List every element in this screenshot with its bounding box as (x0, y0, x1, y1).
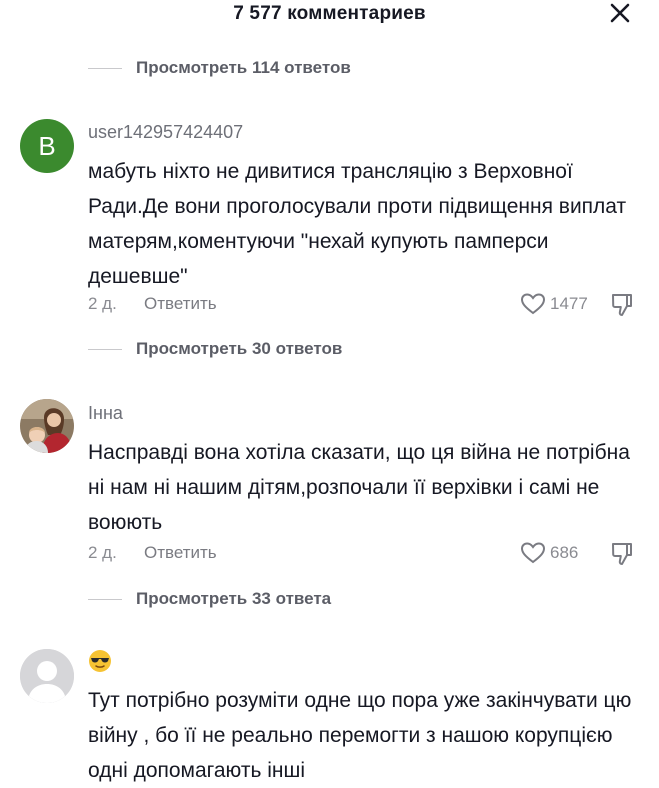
comment-meta: 2 д. Ответить 1477 (88, 292, 648, 316)
divider (88, 67, 122, 69)
dislike-button[interactable] (610, 541, 634, 572)
comment-date: 2 д. (88, 294, 117, 313)
thumbs-down-icon (612, 543, 632, 565)
avatar-letter: B (38, 130, 56, 161)
heart-icon (520, 542, 546, 564)
divider (88, 348, 122, 350)
like-button[interactable]: 686 (520, 541, 578, 565)
close-button[interactable] (606, 0, 634, 28)
view-replies-button[interactable]: Просмотреть 30 ответов (88, 339, 342, 359)
view-replies-button[interactable]: Просмотреть 114 ответов (88, 58, 351, 78)
comment-text: Тут потрібно розуміти одне що пора уже з… (88, 689, 632, 782)
view-replies-button[interactable]: Просмотреть 33 ответа (88, 589, 331, 609)
avatar[interactable] (20, 649, 74, 703)
sunglasses-emoji-icon (89, 650, 111, 672)
comments-count-title: 7 577 комментариев (233, 3, 426, 24)
heart-icon (520, 293, 546, 315)
avatar[interactable]: B (20, 119, 74, 173)
comment-text: мабуть ніхто не дивитися трансляцію з Ве… (88, 160, 627, 288)
comment-date: 2 д. (88, 543, 117, 562)
thumbs-down-icon (612, 294, 632, 316)
view-replies-label: Просмотреть 30 ответов (136, 339, 343, 358)
avatar[interactable] (20, 399, 74, 453)
user-photo-icon (20, 399, 74, 453)
comment-username[interactable]: user142957424407 (88, 122, 243, 143)
like-button[interactable]: 1477 (520, 292, 588, 316)
dislike-button[interactable] (610, 292, 634, 323)
reply-button[interactable]: Ответить (144, 294, 217, 314)
commenter-name[interactable] (88, 649, 112, 673)
close-icon (610, 3, 630, 23)
view-replies-label: Просмотреть 33 ответа (136, 589, 332, 608)
default-avatar-icon (20, 649, 74, 703)
reply-button[interactable]: Ответить (144, 543, 217, 563)
divider (88, 598, 122, 600)
like-count: 686 (550, 543, 579, 562)
like-count: 1477 (550, 294, 588, 313)
comments-header: 7 577 комментариев (0, 0, 659, 30)
comment-username[interactable]: Інна (88, 403, 123, 424)
view-replies-label: Просмотреть 114 ответов (136, 58, 351, 77)
comment-text: Насправді вона хотіла сказати, що ця вій… (88, 441, 630, 534)
comment-meta: 2 д. Ответить 686 (88, 541, 648, 565)
